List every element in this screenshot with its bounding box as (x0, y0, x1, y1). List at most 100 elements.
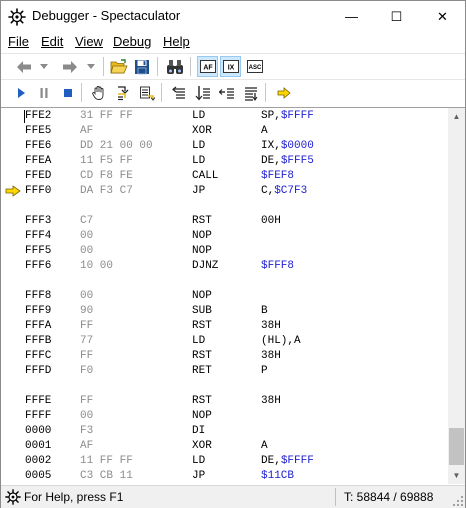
minimize-button[interactable]: — (329, 1, 374, 32)
disassembly-row[interactable]: FFED CD F8 FE CALL $FEF8 (1, 169, 448, 184)
ix-register-icon: IX (222, 60, 239, 73)
mnemonic-cell: CALL (192, 170, 219, 182)
mnemonic-cell: NOP (192, 245, 212, 257)
scroll-down-arrow[interactable]: ▼ (448, 467, 465, 484)
operand-text: P (261, 365, 268, 377)
operand-text: SP, (261, 110, 281, 122)
step-back-button[interactable] (216, 82, 237, 103)
spectaculator-status-icon (5, 489, 21, 505)
address-cell: 0002 (25, 455, 52, 467)
address-cell: FFE2 (23, 110, 52, 123)
menu-debug[interactable]: Debug (113, 34, 151, 49)
save-button[interactable] (131, 56, 152, 77)
ix-registers-toggle[interactable]: IX (220, 56, 241, 77)
status-help-text: For Help, press F1 (24, 490, 124, 504)
breakpoint-button[interactable] (88, 82, 109, 103)
disassembly-row[interactable]: FFFE FF RST 38H (1, 394, 448, 409)
close-button[interactable]: ✕ (420, 1, 465, 32)
forward-button[interactable] (59, 56, 80, 77)
back-dropdown-button[interactable] (33, 56, 54, 77)
find-button[interactable] (164, 56, 185, 77)
step-over-icon (139, 86, 155, 101)
af-register-icon: AF (199, 60, 216, 73)
disassembly-row[interactable]: FFE5 AF XOR A (1, 124, 448, 139)
disassembly-row[interactable]: FFFD F0 RET P (1, 364, 448, 379)
step-out-button[interactable] (168, 82, 189, 103)
disassembly-row[interactable]: FFF0 DA F3 C7 JP C,$C7F3 (1, 184, 448, 199)
arrow-right-icon (62, 60, 77, 73)
disassembly-row[interactable]: FFF5 00 NOP (1, 244, 448, 259)
disassembly-row[interactable]: FFF6 10 00 DJNZ $FFF8 (1, 259, 448, 274)
maximize-button[interactable]: ☐ (374, 1, 419, 32)
ascii-toggle[interactable]: ASC (244, 56, 265, 77)
spectaculator-app-icon (8, 8, 26, 26)
step-into-button[interactable] (112, 82, 133, 103)
menu-help[interactable]: Help (163, 34, 190, 49)
run-to-cursor-icon (195, 85, 210, 100)
operands-cell: DE,$FFF5 (261, 154, 314, 169)
operands-cell: $FFF8 (261, 259, 294, 274)
opcode-bytes-cell: FF (80, 320, 94, 332)
operand-text: 38H (261, 320, 281, 332)
title-bar[interactable]: Debugger - Spectaculator — ☐ ✕ (1, 1, 465, 32)
disassembly-row[interactable]: FFFB 77 LD (HL),A (1, 334, 448, 349)
address-cell: FFFC (25, 350, 52, 362)
operands-cell: DE,$FFFF (261, 454, 314, 469)
operand-text: B (261, 305, 268, 317)
show-current-pc-button[interactable] (273, 82, 294, 103)
run-button[interactable] (10, 82, 31, 103)
disassembly-row[interactable]: FFFC FF RST 38H (1, 349, 448, 364)
mnemonic-cell: NOP (192, 290, 212, 302)
scroll-up-arrow[interactable]: ▲ (448, 108, 465, 125)
opcode-bytes-cell: F0 (80, 365, 94, 377)
disassembly-row[interactable]: FFFF 00 NOP (1, 409, 448, 424)
menu-file[interactable]: File (8, 34, 29, 49)
mnemonic-cell: NOP (192, 230, 212, 242)
open-button[interactable] (108, 56, 129, 77)
address-cell: FFE6 (25, 140, 52, 152)
disassembly-row[interactable]: 0002 11 FF FF LD DE,$FFFF (1, 454, 448, 469)
menu-edit[interactable]: Edit (41, 34, 63, 49)
toolbar-separator (161, 83, 162, 102)
operand-text: IX, (261, 140, 281, 152)
disassembly-row[interactable]: FFF9 90 SUB B (1, 304, 448, 319)
disassembly-row[interactable]: FFE6 DD 21 00 00 LD IX,$0000 (1, 139, 448, 154)
address-cell: FFF3 (25, 215, 52, 227)
forward-dropdown-button[interactable] (80, 56, 101, 77)
operand-text: (HL),A (261, 335, 301, 347)
resize-grip-icon[interactable] (453, 496, 463, 506)
run-to-cursor-button[interactable] (192, 82, 213, 103)
disassembly-row[interactable]: FFFA FF RST 38H (1, 319, 448, 334)
opcode-bytes-cell: FF (80, 395, 94, 407)
back-button[interactable] (13, 56, 34, 77)
stop-button[interactable] (57, 82, 78, 103)
disassembly-row[interactable]: 0005 C3 CB 11 JP $11CB (1, 469, 448, 484)
af-registers-toggle[interactable]: AF (197, 56, 218, 77)
toolbar-separator (81, 83, 82, 102)
opcode-bytes-cell: FF (80, 350, 94, 362)
address-cell: FFFA (25, 320, 52, 332)
disassembly-row[interactable]: FFEA 11 F5 FF LD DE,$FFF5 (1, 154, 448, 169)
goto-address-button[interactable] (240, 82, 261, 103)
arrow-right-yellow-icon (277, 86, 291, 99)
menu-view[interactable]: View (75, 34, 103, 49)
opcode-bytes-cell: 90 (80, 305, 94, 317)
step-over-button[interactable] (136, 82, 157, 103)
operands-cell: (HL),A (261, 334, 301, 349)
operand-text: 38H (261, 350, 281, 362)
disassembly-listing[interactable]: FFE2 31 FF FF LD SP,$FFFF FFE5 AF XOR A FFE6 DD 2… (1, 107, 448, 484)
opcode-bytes-cell: CD F8 FE (80, 170, 133, 182)
disassembly-row[interactable]: FFF4 00 NOP (1, 229, 448, 244)
disassembly-row[interactable]: 0001 AF XOR A (1, 439, 448, 454)
disassembly-row[interactable]: FFF8 00 NOP (1, 289, 448, 304)
menu-debug-label: Debug (113, 34, 152, 49)
disassembly-row[interactable]: FFF3 C7 RST 00H (1, 214, 448, 229)
pause-button[interactable] (33, 82, 54, 103)
operands-cell: 38H (261, 394, 281, 409)
scrollbar-thumb[interactable] (449, 428, 464, 465)
operands-cell: $11CB (261, 469, 294, 484)
disassembly-row[interactable]: 0000 F3 DI (1, 424, 448, 439)
vertical-scrollbar[interactable]: ▲ ▼ (448, 107, 465, 484)
disassembly-row[interactable]: FFE2 31 FF FF LD SP,$FFFF (1, 109, 448, 124)
address-cell: FFED (25, 170, 52, 182)
